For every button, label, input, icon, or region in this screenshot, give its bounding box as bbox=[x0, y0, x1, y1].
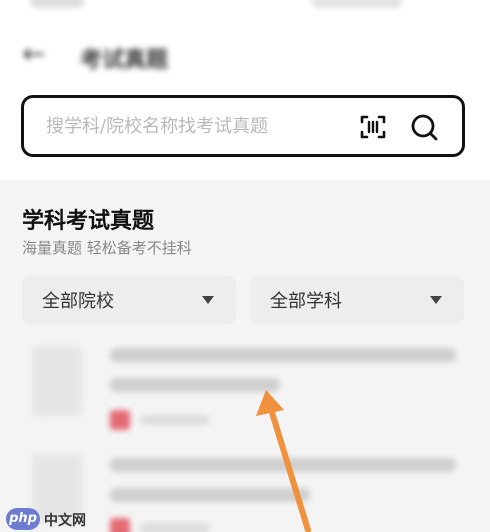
scan-icon[interactable] bbox=[360, 114, 386, 140]
item-meta bbox=[140, 523, 210, 532]
caret-down-icon bbox=[202, 296, 214, 304]
page-title: 考试真题 bbox=[80, 48, 169, 73]
item-meta bbox=[140, 415, 210, 425]
subject-filter-label: 全部学科 bbox=[270, 291, 342, 312]
status-time bbox=[30, 0, 84, 8]
subject-filter-dropdown[interactable]: 全部学科 bbox=[250, 276, 464, 324]
item-thumbnail bbox=[32, 346, 82, 416]
caret-down-icon bbox=[430, 296, 442, 304]
watermark-logo: php bbox=[6, 508, 40, 530]
section-subtitle: 海量真题 轻松备考不挂科 bbox=[22, 239, 192, 257]
page-header: ← 考试真题 bbox=[0, 30, 490, 78]
search-icon[interactable] bbox=[410, 113, 438, 141]
back-arrow-icon[interactable]: ← bbox=[22, 40, 45, 68]
status-bar bbox=[0, 0, 490, 22]
search-bar[interactable] bbox=[21, 95, 465, 157]
school-filter-label: 全部院校 bbox=[42, 291, 114, 312]
watermark-text: 中文网 bbox=[44, 513, 86, 529]
annotation-arrow-icon bbox=[256, 390, 311, 532]
search-input[interactable] bbox=[46, 112, 346, 140]
item-title-line bbox=[110, 348, 456, 362]
status-icons bbox=[312, 0, 402, 8]
list-item[interactable] bbox=[22, 340, 467, 440]
school-filter-dropdown[interactable]: 全部院校 bbox=[22, 276, 236, 324]
section-title: 学科考试真题 bbox=[22, 208, 155, 234]
watermark: php 中文网 bbox=[6, 508, 116, 530]
item-badge bbox=[110, 410, 130, 430]
